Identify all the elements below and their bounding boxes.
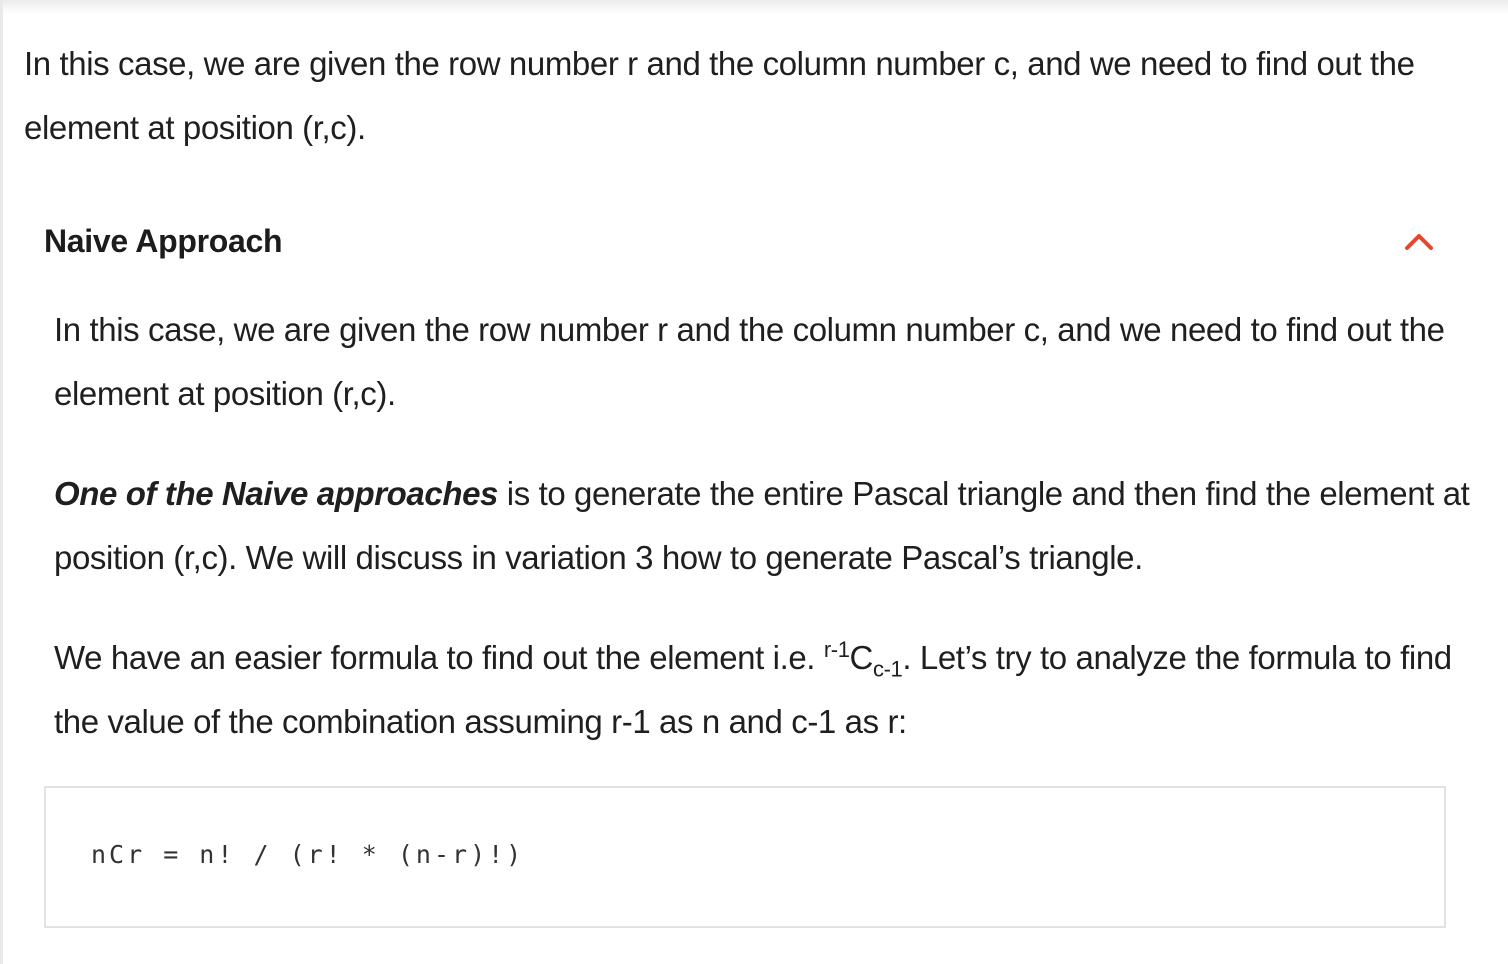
- emphasized-phrase: One of the Naive approaches: [54, 475, 498, 512]
- panel-paragraph-3: We have an easier formula to find out th…: [54, 626, 1474, 754]
- code-block: nCr = n! / (r! * (n-r)!): [44, 786, 1446, 928]
- intro-paragraph: In this case, we are given the row numbe…: [24, 45, 1415, 146]
- accordion-title: Naive Approach: [44, 222, 283, 259]
- naive-approach-accordion-toggle[interactable]: Naive Approach: [44, 214, 1444, 268]
- accordion-panel: In this case, we are given the row numbe…: [54, 298, 1474, 790]
- code-line: nCr = n! / (r! * (n-r)!): [91, 840, 525, 869]
- formula-superscript: r-1: [823, 637, 850, 662]
- panel-paragraph-1: In this case, we are given the row numbe…: [54, 311, 1445, 412]
- top-shadow: [0, 0, 1508, 14]
- panel-paragraph-2: One of the Naive approaches is to genera…: [54, 462, 1474, 590]
- paragraph-3-before: We have an easier formula to find out th…: [54, 639, 824, 676]
- left-border: [0, 0, 3, 964]
- formula-subscript: c-1: [872, 656, 903, 682]
- chevron-up-icon[interactable]: [1402, 224, 1436, 258]
- formula-base: C: [849, 639, 874, 676]
